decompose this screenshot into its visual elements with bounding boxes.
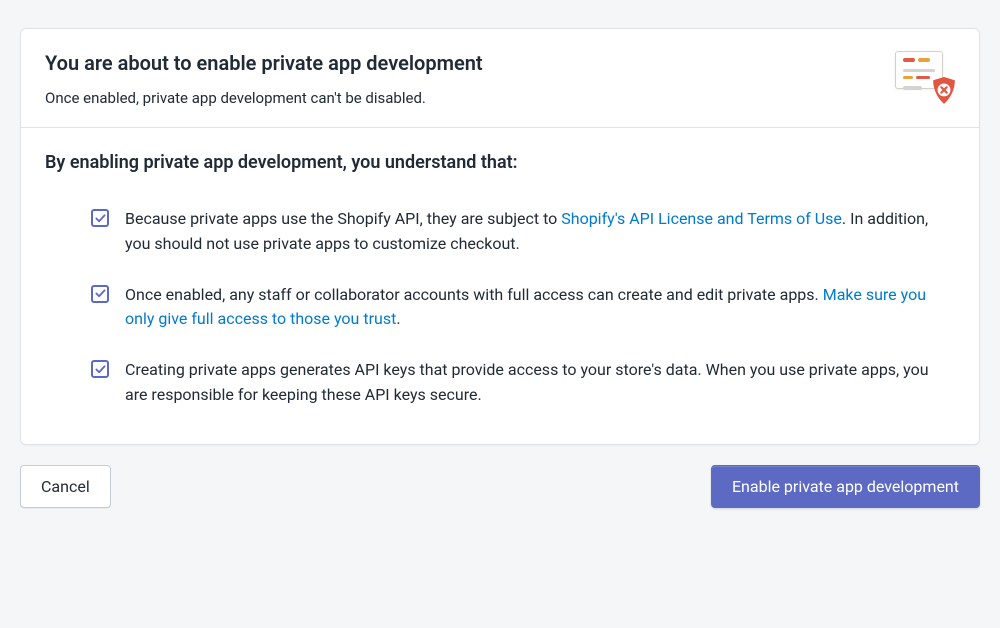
item-text-pre: Once enabled, any staff or collaborator … — [125, 285, 823, 304]
item-text-post: . — [396, 309, 400, 328]
card-body: By enabling private app development, you… — [21, 128, 979, 444]
shield-error-icon — [931, 77, 957, 105]
item-text-3: Creating private apps generates API keys… — [125, 358, 935, 408]
item-text-2: Once enabled, any staff or collaborator … — [125, 283, 935, 333]
action-bar: Cancel Enable private app development — [20, 465, 980, 508]
checkbox-2[interactable] — [91, 285, 109, 303]
list-item: Because private apps use the Shopify API… — [91, 207, 935, 257]
card-header: You are about to enable private app deve… — [21, 29, 979, 128]
card-subtitle: Once enabled, private app development ca… — [45, 89, 875, 107]
check-icon — [95, 288, 106, 299]
acknowledgment-list: Because private apps use the Shopify API… — [45, 207, 955, 408]
list-item: Once enabled, any staff or collaborator … — [91, 283, 935, 333]
item-text-pre: Creating private apps generates API keys… — [125, 360, 929, 404]
item-text-1: Because private apps use the Shopify API… — [125, 207, 935, 257]
list-item: Creating private apps generates API keys… — [91, 358, 935, 408]
checkbox-3[interactable] — [91, 360, 109, 378]
document-warning-icon — [895, 51, 955, 101]
confirmation-card: You are about to enable private app deve… — [20, 28, 980, 445]
body-heading: By enabling private app development, you… — [45, 152, 955, 173]
header-text-block: You are about to enable private app deve… — [45, 51, 875, 107]
enable-button[interactable]: Enable private app development — [711, 465, 980, 508]
checkbox-1[interactable] — [91, 209, 109, 227]
card-title: You are about to enable private app deve… — [45, 51, 875, 75]
check-icon — [95, 213, 106, 224]
item-text-pre: Because private apps use the Shopify API… — [125, 209, 561, 228]
api-license-link[interactable]: Shopify's API License and Terms of Use — [561, 209, 842, 228]
check-icon — [95, 364, 106, 375]
cancel-button[interactable]: Cancel — [20, 465, 111, 508]
